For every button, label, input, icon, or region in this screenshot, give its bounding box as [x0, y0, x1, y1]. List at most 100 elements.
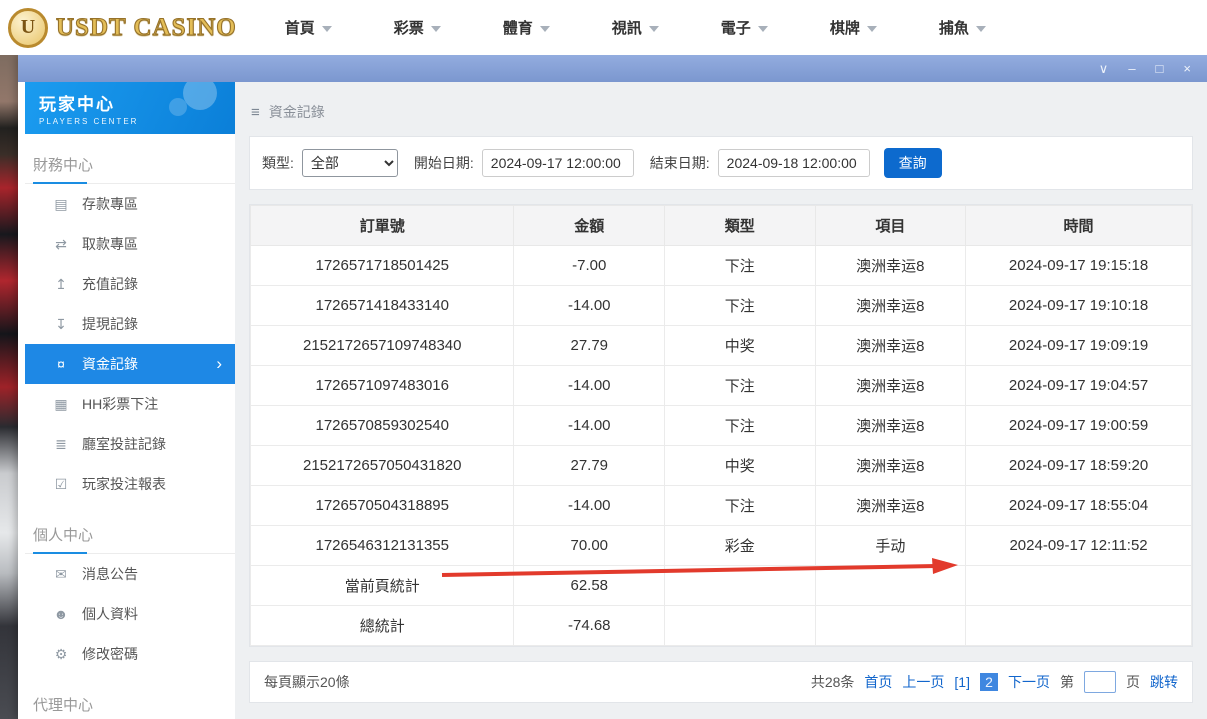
- table-row: 1726570859302540-14.00下注澳洲幸运82024-09-17 …: [251, 406, 1192, 446]
- logo-icon: U: [8, 8, 48, 48]
- table-row: 215217265705043182027.79中奖澳洲幸运82024-09-1…: [251, 446, 1192, 486]
- sidebar-menu: 財務中心▤存款專區⇄取款專區↥充值記錄↧提現記錄¤資金記錄›▦HH彩票下注≣廳室…: [25, 144, 235, 719]
- chevron-down-icon: [540, 26, 550, 32]
- chevron-down-icon: [976, 26, 986, 32]
- withdrawal-record-icon: ↧: [53, 316, 69, 333]
- breadcrumb: ≡ 資金記錄: [235, 82, 1207, 136]
- sidebar-item-label: 充值記錄: [82, 274, 138, 294]
- table-cell: 2024-09-17 18:59:20: [966, 446, 1192, 486]
- sidebar-item-label: 個人資料: [82, 604, 138, 624]
- summary-cell: [966, 606, 1192, 646]
- page-2-current[interactable]: 2: [980, 673, 998, 691]
- nav-item[interactable]: 捕魚: [939, 17, 986, 38]
- prev-page-link[interactable]: 上一页: [902, 672, 944, 692]
- summary-cell: 當前頁統計: [251, 566, 514, 606]
- chevron-down-icon: [649, 26, 659, 32]
- nav-item[interactable]: 彩票: [394, 17, 441, 38]
- sidebar-item[interactable]: ↧提現記錄: [25, 304, 235, 344]
- jump-suffix-label: 页: [1126, 672, 1140, 692]
- announcement-icon: ✉: [53, 566, 69, 583]
- sidebar-item[interactable]: ☻個人資料: [25, 594, 235, 634]
- sidebar-item[interactable]: ⚙ 修改密碼: [25, 634, 235, 674]
- sidebar-item-label: 取款專區: [82, 234, 138, 254]
- jump-prefix-label: 第: [1060, 672, 1074, 692]
- nav-item[interactable]: 電子: [721, 17, 768, 38]
- sidebar-item[interactable]: ☑玩家投注報表: [25, 464, 235, 504]
- table-row: 1726571718501425-7.00下注澳洲幸运82024-09-17 1…: [251, 246, 1192, 286]
- table-cell: -14.00: [514, 406, 665, 446]
- table-cell: 彩金: [665, 526, 816, 566]
- table-cell: 澳洲幸运8: [815, 446, 966, 486]
- nav-item-label: 捕魚: [939, 17, 969, 38]
- nav-item-label: 視訊: [612, 17, 642, 38]
- table-cell: 1726570859302540: [251, 406, 514, 446]
- column-header: 訂單號: [251, 206, 514, 246]
- sidebar-item-label: 修改密碼: [82, 644, 138, 664]
- sidebar-item[interactable]: ↥ 充值記錄: [25, 264, 235, 304]
- summary-cell: 62.58: [514, 566, 665, 606]
- sidebar-item[interactable]: ✉消息公告: [25, 554, 235, 594]
- chevron-right-icon: ›: [216, 354, 222, 374]
- decor-circle-icon: [169, 98, 187, 116]
- table-cell: 1726570504318895: [251, 486, 514, 526]
- sidebar-item[interactable]: ≣廳室投註記錄: [25, 424, 235, 464]
- table-cell: 2152172657109748340: [251, 326, 514, 366]
- nav-item[interactable]: 首頁: [285, 17, 332, 38]
- change-password-icon: ⚙: [53, 646, 69, 663]
- logo-text: USDT CASINO: [56, 14, 237, 42]
- top-bar: U USDT CASINO 首頁 彩票 體育 視訊 電子 棋牌 捕魚: [0, 0, 1207, 55]
- window-maximize-icon[interactable]: □: [1156, 62, 1164, 75]
- chevron-down-icon: [431, 26, 441, 32]
- summary-cell: -74.68: [514, 606, 665, 646]
- app-window: ∨ – □ × 玩家中心 PLAYERS CENTER 財務中心▤存款專區⇄取款…: [18, 55, 1207, 719]
- table-row: 1726571097483016-14.00下注澳洲幸运82024-09-17 …: [251, 366, 1192, 406]
- type-label: 類型:: [262, 153, 294, 173]
- nav-item[interactable]: 視訊: [612, 17, 659, 38]
- sidebar-subtitle: PLAYERS CENTER: [39, 117, 235, 126]
- sidebar-item[interactable]: ▤存款專區: [25, 184, 235, 224]
- menu-icon[interactable]: ≡: [251, 104, 260, 121]
- end-date-input[interactable]: [718, 149, 870, 177]
- player-bet-report-icon: ☑: [53, 476, 69, 493]
- table-cell: 下注: [665, 406, 816, 446]
- query-button[interactable]: 查詢: [884, 148, 942, 178]
- table-cell: 27.79: [514, 446, 665, 486]
- jump-button[interactable]: 跳转: [1150, 672, 1178, 692]
- table-row: 215217265710974834027.79中奖澳洲幸运82024-09-1…: [251, 326, 1192, 366]
- filter-bar: 類型: 全部 開始日期: 結束日期: 查詢: [249, 136, 1193, 190]
- table-cell: 2024-09-17 19:10:18: [966, 286, 1192, 326]
- logo[interactable]: U USDT CASINO: [8, 8, 237, 48]
- sidebar-section-title: 個人中心: [25, 514, 235, 554]
- column-header: 類型: [665, 206, 816, 246]
- sidebar-item[interactable]: ¤資金記錄›: [25, 344, 235, 384]
- table-cell: 2024-09-17 19:15:18: [966, 246, 1192, 286]
- recharge-record-icon: ↥: [53, 276, 69, 293]
- sidebar-item[interactable]: ▦HH彩票下注: [25, 384, 235, 424]
- window-close-icon[interactable]: ×: [1183, 62, 1191, 75]
- start-date-input[interactable]: [482, 149, 634, 177]
- jump-page-input[interactable]: [1084, 671, 1116, 693]
- table-cell: 27.79: [514, 326, 665, 366]
- table-card: 訂單號金額類型項目時間 1726571718501425-7.00下注澳洲幸运8…: [249, 204, 1193, 647]
- window-body: 玩家中心 PLAYERS CENTER 財務中心▤存款專區⇄取款專區↥充值記錄↧…: [18, 82, 1207, 719]
- nav-item[interactable]: 棋牌: [830, 17, 877, 38]
- sidebar-item[interactable]: ⇄取款專區: [25, 224, 235, 264]
- end-date-label: 結束日期:: [650, 153, 710, 173]
- summary-row: 當前頁統計62.58: [251, 566, 1192, 606]
- next-page-link[interactable]: 下一页: [1008, 672, 1050, 692]
- main-content: ≡ 資金記錄 類型: 全部 開始日期: 結束日期: 查詢: [235, 82, 1207, 719]
- pagination-bar: 每頁顯示20條 共28条 首页 上一页 [1] 2 下一页 第 页 跳转: [249, 661, 1193, 703]
- nav-item[interactable]: 體育: [503, 17, 550, 38]
- table-cell: 澳洲幸运8: [815, 246, 966, 286]
- page-1-link[interactable]: [1]: [954, 674, 970, 690]
- table-cell: 手动: [815, 526, 966, 566]
- table-row: 1726570504318895-14.00下注澳洲幸运82024-09-17 …: [251, 486, 1192, 526]
- table-row: 172654631213135570.00彩金手动2024-09-17 12:1…: [251, 526, 1192, 566]
- logo-badge-letter: U: [21, 16, 35, 39]
- window-minimize-icon[interactable]: –: [1128, 62, 1135, 75]
- background-photo: [0, 55, 18, 719]
- first-page-link[interactable]: 首页: [864, 672, 892, 692]
- table-cell: -7.00: [514, 246, 665, 286]
- type-select[interactable]: 全部: [302, 149, 398, 177]
- window-collapse-icon[interactable]: ∨: [1099, 62, 1109, 75]
